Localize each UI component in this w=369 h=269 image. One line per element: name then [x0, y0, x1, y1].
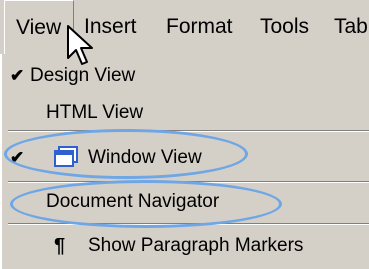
menu-item-label: HTML View — [46, 102, 144, 123]
menu-item-html-view[interactable]: HTML View — [2, 95, 369, 131]
menu-view[interactable]: View — [4, 0, 74, 54]
checkmark-icon: ✔ — [10, 66, 25, 85]
mouse-pointer-icon — [67, 25, 93, 65]
menu-format[interactable]: Format — [166, 0, 233, 54]
menu-tab[interactable]: Tab — [334, 0, 368, 54]
menu-bar: View Insert Format Tools Tab — [0, 0, 369, 55]
menu-item-show-paragraph-markers[interactable]: ¶ Show Paragraph Markers — [2, 228, 369, 264]
highlight-ring-window-view — [4, 129, 248, 179]
menu-item-label: Show Paragraph Markers — [88, 235, 304, 256]
highlight-ring-document-navigator — [10, 180, 282, 228]
paragraph-mark-icon: ¶ — [54, 235, 66, 257]
menu-tools[interactable]: Tools — [260, 0, 309, 54]
menu-item-design-view[interactable]: ✔ Design View — [2, 58, 369, 94]
